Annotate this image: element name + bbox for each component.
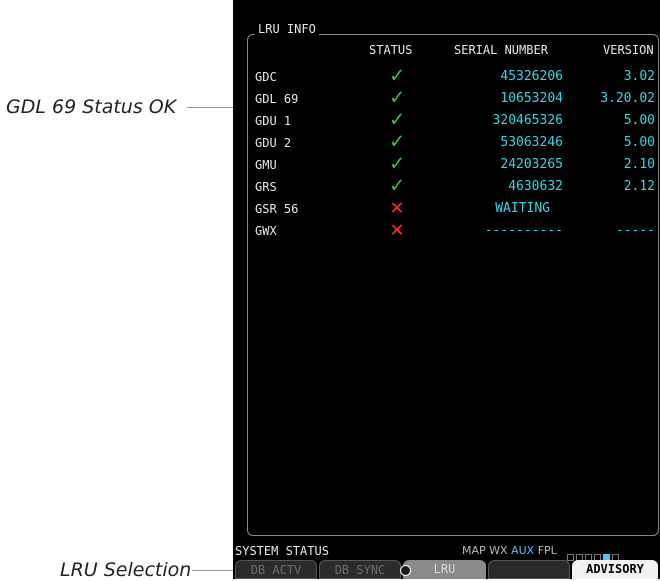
lru-name: GDL 69 — [255, 92, 299, 106]
page-group-indicator: MAP WX AUX FPL — [462, 544, 557, 557]
lru-name: GDU 2 — [255, 136, 292, 150]
lru-version: 5.00 — [623, 113, 655, 128]
page-group-map: MAP — [462, 544, 490, 557]
status-bar: SYSTEM STATUS MAP WX AUX FPL — [233, 544, 660, 561]
lru-serial-number: 24203265 — [500, 157, 563, 172]
lru-row: GRS ✓ 4630632 2.12 — [233, 174, 660, 198]
softkey-db-sync[interactable]: DB SYNC — [319, 560, 401, 579]
header-version: VERSION — [603, 43, 654, 57]
page-group-fpl: FPL — [537, 544, 557, 557]
softkey-advisory[interactable]: ADVISORY — [572, 560, 658, 579]
softkey-blank[interactable] — [488, 560, 570, 579]
lru-serial-number: ---------- — [484, 223, 563, 238]
lru-serial-number: 45326206 — [500, 69, 563, 84]
lru-name: GWX — [255, 224, 277, 238]
lru-version: 5.00 — [623, 135, 655, 150]
softkey-bar: DB ACTV DB SYNC LRU ADVISORY — [233, 560, 660, 579]
lru-name: GRS — [255, 180, 277, 194]
softkey-db-actv[interactable]: DB ACTV — [235, 560, 317, 579]
lru-name: GSR 56 — [255, 202, 299, 216]
lru-row: GDC ✓ 45326206 3.02 — [233, 64, 660, 88]
lru-name: GMU — [255, 158, 277, 172]
page-title-system-status: SYSTEM STATUS — [235, 544, 329, 558]
lru-serial-number: WAITING — [495, 201, 550, 216]
lru-serial-number: 10653204 — [500, 91, 563, 106]
page-group-wx: WX — [489, 544, 512, 557]
lru-version: 3.02 — [623, 69, 655, 84]
lru-row: GMU ✓ 24203265 2.10 — [233, 152, 660, 176]
callout-marker-lru — [400, 565, 411, 576]
lru-row: GWX ✕ ---------- ----- — [233, 217, 660, 242]
lru-row: GSR 56 ✕ WAITING — [233, 196, 660, 220]
lru-version: 3.20.02 — [600, 91, 655, 106]
lru-name: GDU 1 — [255, 114, 292, 128]
lru-version: ----- — [615, 223, 655, 238]
panel-title: LRU INFO — [255, 22, 319, 36]
callout-gdl69-status-ok: GDL 69 Status OK — [6, 96, 177, 118]
lru-row: GDU 1 ✓ 320465326 5.00 — [233, 108, 660, 132]
lru-version: 2.10 — [623, 157, 655, 172]
softkey-lru[interactable]: LRU — [403, 560, 486, 579]
lru-row: GDU 2 ✓ 53063246 5.00 — [233, 130, 660, 154]
lru-row: GDL 69 ✓ 10653204 3.20.02 — [233, 86, 660, 110]
system-status-screen: LRU INFO STATUS SERIAL NUMBER VERSION GD… — [233, 0, 660, 579]
lru-version: 2.12 — [623, 179, 655, 194]
lru-serial-number: 53063246 — [500, 135, 563, 150]
lru-serial-number: 4630632 — [508, 179, 563, 194]
header-status: STATUS — [369, 43, 413, 57]
lru-name: GDC — [255, 70, 277, 84]
status-fail-x-icon: ✕ — [390, 217, 404, 242]
callout-lru-selection: LRU Selection — [60, 559, 192, 581]
page-group-aux: AUX — [511, 544, 538, 557]
lru-serial-number: 320465326 — [492, 113, 563, 128]
header-serial-number: SERIAL NUMBER — [454, 43, 548, 57]
